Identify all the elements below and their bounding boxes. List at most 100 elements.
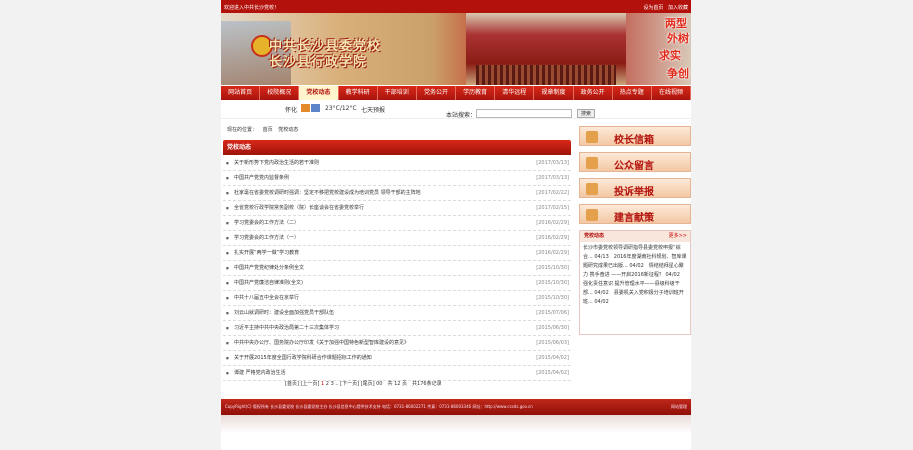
side-news-box: 党校动态 更多>> 长沙市委党校领导调研指导县委党校申报“综合... 04/13…	[579, 230, 691, 335]
pager-next[interactable]: [下一页]	[340, 381, 359, 387]
news-item-title[interactable]: 谭建 严格党内政治生活	[234, 370, 286, 376]
news-item[interactable]: 刘云山就调研时：建设全面加强党员干部队伍 [2015/07/06]	[223, 306, 571, 321]
breadcrumb-current[interactable]: 党校动态	[278, 127, 298, 133]
breadcrumb-prefix: 现在的位置：	[227, 127, 258, 133]
news-item-title[interactable]: 中国共产党廉洁自律准则(全文)	[234, 280, 303, 286]
nav-item[interactable]: 校院概况	[260, 86, 300, 100]
news-item-date: [2015/04/02]	[536, 370, 569, 376]
news-item-date: [2016/02/29]	[536, 250, 569, 256]
news-item-date: [2015/07/06]	[536, 310, 569, 316]
nav-item[interactable]: 在线视频	[652, 86, 692, 100]
news-item[interactable]: 习近平主持中共中央政治局第二十三次集体学习 [2015/06/30]	[223, 321, 571, 336]
news-item[interactable]: 学习党委会的工作方法（一） [2016/02/29]	[223, 231, 571, 246]
nav-item[interactable]: 党校动态	[299, 86, 339, 100]
pager-page-3[interactable]: 3	[331, 381, 334, 387]
news-item[interactable]: 中国共产党党纪律处分条例全文 [2015/10/30]	[223, 261, 571, 276]
pager-first[interactable]: [首页]	[285, 381, 299, 387]
public-message-label: 公众留言	[614, 161, 654, 172]
hall-image	[466, 13, 626, 85]
news-item-title[interactable]: 关于开展2015年度全国行政学院科研合作课题招标工作的通知	[234, 355, 372, 361]
news-item[interactable]: 中国共产党廉洁自律准则(全文) [2015/10/30]	[223, 276, 571, 291]
side-news-more-link[interactable]: 更多>>	[669, 231, 687, 242]
news-item[interactable]: 中共十八届五中全会在京举行 [2015/10/30]	[223, 291, 571, 306]
news-item[interactable]: 全省党校行政学院常务副校（院）长座谈会在省委党校举行 [2017/02/15]	[223, 201, 571, 216]
news-item[interactable]: 谭建 严格党内政治生活 [2015/04/02]	[223, 366, 571, 381]
principal-mailbox-button[interactable]: 校长信箱	[579, 126, 691, 146]
nav-item[interactable]: 政务公开	[574, 86, 613, 100]
side-news-header: 党校动态 更多>>	[580, 231, 690, 242]
news-item-title[interactable]: 学习党委会的工作方法（二）	[234, 220, 299, 226]
news-box-title: 党校动态	[223, 140, 571, 155]
news-item-title[interactable]: 中共十八届五中全会在京举行	[234, 295, 299, 301]
breadcrumb-home[interactable]: 首页	[263, 127, 273, 133]
mailbox-icon	[586, 131, 598, 143]
nav-item[interactable]: 网站首页	[221, 86, 261, 100]
nav-item[interactable]: 学历教育	[456, 86, 496, 100]
news-item-date: [2016/02/29]	[536, 220, 569, 226]
pager-last[interactable]: [尾页]	[361, 381, 375, 387]
slogan-3: 求实	[659, 49, 681, 62]
public-message-button[interactable]: 公众留言	[579, 152, 691, 172]
news-item-date: [2017/02/22]	[536, 190, 569, 196]
footer-admin-link[interactable]: 网站管理	[671, 399, 687, 415]
nav-item[interactable]: 清华远程	[495, 86, 535, 100]
nav-item[interactable]: 热点专题	[613, 86, 652, 100]
side-news-body[interactable]: 长沙市委党校领导调研指导县委党校申报“综合... 04/13 2016年度湖南社…	[580, 242, 690, 309]
nav-item[interactable]: 干部培训	[378, 86, 417, 100]
set-homepage-link[interactable]: 设为首页	[643, 5, 663, 11]
nav-item[interactable]: 规章制度	[534, 86, 574, 100]
forecast-link[interactable]: 七天预报	[361, 105, 385, 114]
main-nav: 网站首页 校院概况 党校动态 教学科研 干部培训 党务公开 学历教育 清华远程 规章制度 政务公开…	[221, 86, 692, 100]
page: 欢迎进入中共长沙党校！ 设为首页 加入收藏 中共长沙县委党校 长沙县行政学院 两…	[221, 0, 692, 450]
news-item-title[interactable]: 中共中央办公厅、国务院办公厅印发《关于加强中国特色新型智库建设的意见》	[234, 340, 409, 346]
news-item[interactable]: 中共中央办公厅、国务院办公厅印发《关于加强中国特色新型智库建设的意见》 [2015…	[223, 336, 571, 351]
news-item-date: [2015/06/03]	[536, 340, 569, 346]
news-item-title[interactable]: 习近平主持中共中央政治局第二十三次集体学习	[234, 325, 339, 331]
right-column: 校长信箱 公众留言 投诉举报 建言献策 党校动态 更多>> 长沙市委党校领导调研…	[579, 126, 691, 335]
news-item[interactable]: 杜家毫在省委党校调研时强调：坚定不移把党校建设成为培训党员 领导干部的主阵地 [2…	[223, 186, 571, 201]
search-input[interactable]	[476, 109, 572, 118]
complaint-report-button[interactable]: 投诉举报	[579, 178, 691, 198]
slogan-1: 两型	[665, 17, 687, 30]
pager: [首页] [上一页] 1 2 3 .. [下一页] [尾页] 00 共 12 页…	[285, 380, 442, 387]
slogan-2: 外树	[667, 32, 689, 45]
footer-text: CopyRight(C) 版权所有 长沙县委党校 长沙县委党校主办 长沙县信息中…	[225, 404, 533, 409]
news-item[interactable]: 中国共产党党内监督条例 [2017/03/13]	[223, 171, 571, 186]
news-item-title[interactable]: 学习党委会的工作方法（一）	[234, 235, 299, 241]
add-favorite-link[interactable]: 加入收藏	[668, 5, 688, 11]
suggestion-button[interactable]: 建言献策	[579, 204, 691, 224]
pager-summary: 00 共 12 页 共176条记录	[376, 381, 442, 387]
welcome-text: 欢迎进入中共长沙党校！	[224, 5, 280, 11]
news-item-date: [2017/02/15]	[536, 205, 569, 211]
news-item[interactable]: 关于新形势下党内政治生活的若干准则 [2017/03/13]	[223, 156, 571, 171]
news-item-date: [2015/10/30]	[536, 295, 569, 301]
breadcrumb: 现在的位置： 首页 党校动态	[227, 126, 302, 133]
news-box: 党校动态 关于新形势下党内政治生活的若干准则[2017/03/13]中国共产党党…	[223, 140, 571, 395]
footer: CopyRight(C) 版权所有 长沙县委党校 长沙县委党校主办 长沙县信息中…	[221, 399, 691, 415]
news-item-title[interactable]: 中国共产党党内监督条例	[234, 175, 289, 181]
news-item[interactable]: 学习党委会的工作方法（二） [2016/02/29]	[223, 216, 571, 231]
info-bar: 怀化 23°C/12°C 七天预报 本站搜索： 搜索	[221, 101, 691, 119]
news-item[interactable]: 关于开展2015年度全国行政学院科研合作课题招标工作的通知 [2015/04/02…	[223, 351, 571, 366]
nav-item[interactable]: 党务公开	[417, 86, 457, 100]
news-item-title[interactable]: 杜家毫在省委党校调研时强调：坚定不移把党校建设成为培训党员 领导干部的主阵地	[234, 190, 421, 196]
news-item-title[interactable]: 扎实开展“两学一做”学习教育	[234, 250, 299, 256]
search-label: 本站搜索：	[446, 112, 477, 119]
news-item-title[interactable]: 全省党校行政学院常务副校（院）长座谈会在省委党校举行	[234, 205, 364, 211]
pen-icon	[586, 209, 598, 221]
news-item-title[interactable]: 中国共产党党纪律处分条例全文	[234, 265, 304, 271]
footer-shadow	[221, 415, 691, 433]
search-button[interactable]: 搜索	[577, 109, 595, 118]
news-item-title[interactable]: 刘云山就调研时：建设全面加强党员干部队伍	[234, 310, 334, 316]
pager-page-1[interactable]: 1	[321, 381, 324, 387]
news-item-date: [2017/03/13]	[536, 175, 569, 181]
nav-item[interactable]: 教学科研	[339, 86, 378, 100]
news-item-title[interactable]: 关于新形势下党内政治生活的若干准则	[234, 160, 319, 166]
complaint-report-label: 投诉举报	[614, 187, 654, 198]
pager-prev[interactable]: [上一页]	[301, 381, 320, 387]
news-item-date: [2016/02/29]	[536, 235, 569, 241]
news-item[interactable]: 扎实开展“两学一做”学习教育 [2016/02/29]	[223, 246, 571, 261]
message-icon	[586, 157, 598, 169]
pager-page-2[interactable]: 2	[326, 381, 329, 387]
news-item-date: [2017/03/13]	[536, 160, 569, 166]
